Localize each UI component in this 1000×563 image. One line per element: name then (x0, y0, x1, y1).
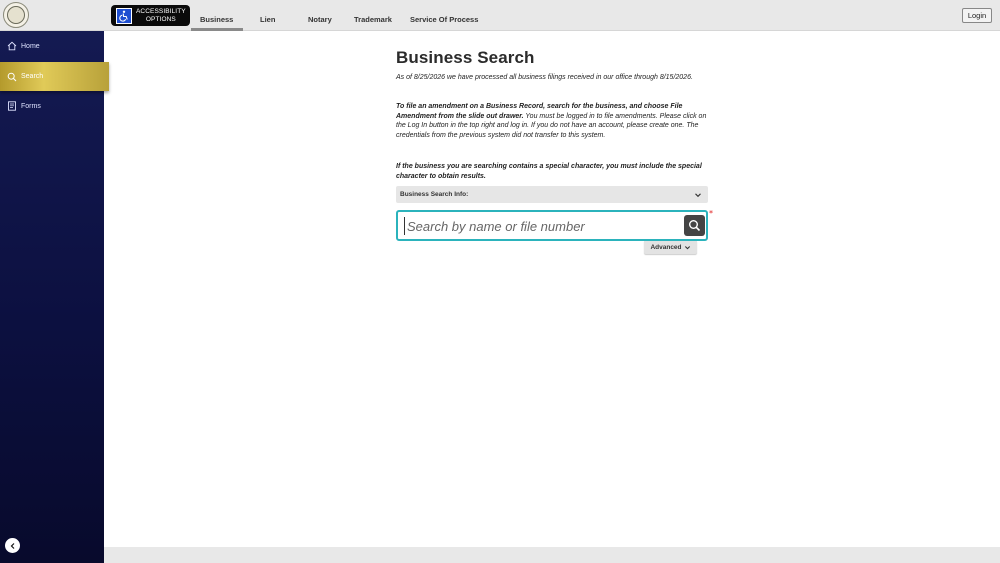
page-title: Business Search (396, 48, 535, 67)
sidebar-item-label: Forms (21, 102, 41, 110)
sidebar-collapse-button[interactable] (5, 538, 20, 553)
chevron-left-icon (10, 542, 14, 549)
special-character-notice: If the business you are searching contai… (396, 163, 702, 180)
tab-lien[interactable]: Lien (260, 15, 275, 24)
business-search-panel: Business Search As of 8/25/2026 we have … (396, 48, 713, 254)
active-tab-indicator (191, 28, 243, 31)
search-input[interactable] (404, 217, 674, 235)
sidebar-item-search[interactable]: Search (0, 62, 109, 91)
chevron-down-icon (684, 246, 690, 250)
sidebar-item-label: Search (21, 73, 44, 80)
sidebar-item-label: Home (21, 42, 40, 50)
tab-business[interactable]: Business (200, 15, 233, 24)
search-icon (7, 72, 17, 81)
tab-trademark[interactable]: Trademark (354, 15, 392, 24)
accessibility-label: ACCESSIBILITY OPTIONS (136, 7, 186, 23)
business-search-info-dropdown[interactable]: Business Search Info: (396, 186, 708, 203)
home-icon (7, 41, 17, 51)
chevron-down-icon (695, 192, 701, 197)
processed-notice: As of 8/25/2026 we have processed all bu… (396, 74, 693, 81)
required-marker: * (709, 209, 713, 218)
sidebar: Home Search Forms (0, 31, 109, 563)
forms-icon (8, 101, 16, 111)
amendment-notice: To file an amendment on a Business Recor… (396, 102, 708, 140)
wheelchair-icon (116, 7, 132, 24)
sidebar-item-forms[interactable]: Forms (0, 92, 104, 120)
state-seal-logo[interactable] (3, 2, 29, 28)
search-button[interactable] (684, 215, 705, 236)
dropdown-label: Business Search Info: (400, 191, 469, 198)
accessibility-options-button[interactable]: ACCESSIBILITY OPTIONS (111, 5, 190, 26)
advanced-search-toggle[interactable]: Advanced (644, 241, 697, 254)
advanced-label: Advanced (650, 244, 682, 251)
tab-notary[interactable]: Notary (308, 15, 332, 24)
top-bar: ACCESSIBILITY OPTIONS Business Lien Notar… (0, 0, 1000, 31)
footer-bar (104, 547, 1000, 563)
sidebar-item-home[interactable]: Home (0, 32, 104, 60)
tab-service-of-process[interactable]: Service Of Process (410, 15, 478, 24)
search-icon (689, 220, 701, 232)
search-box (396, 210, 708, 241)
login-button[interactable]: Login (962, 8, 992, 23)
